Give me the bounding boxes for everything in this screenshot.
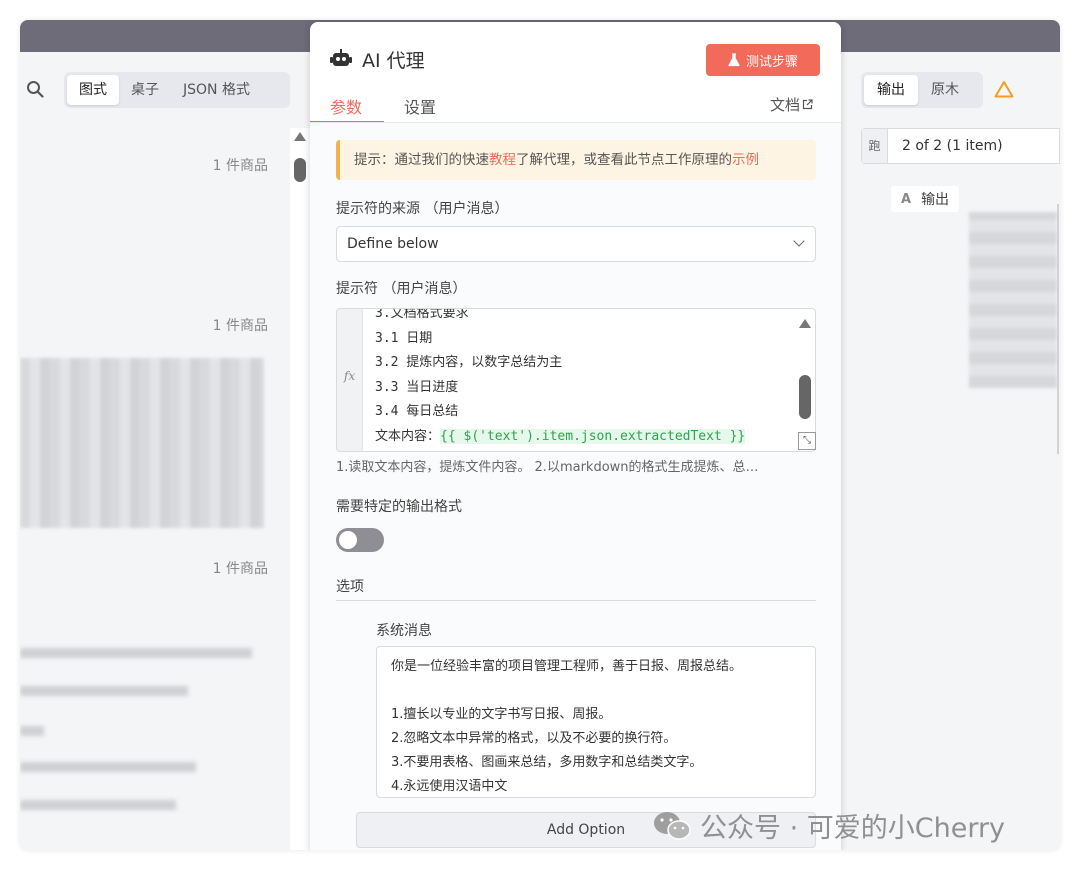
tab-output[interactable]: 输出 bbox=[864, 75, 918, 105]
scroll-thumb[interactable] bbox=[294, 158, 306, 182]
app-window: 图式 桌子 JSON 格式 1 件商品 1 件商品 1 件商品 输出 原木 跑 … bbox=[20, 20, 1060, 850]
run-value: 2 of 2 (1 item) bbox=[902, 138, 1003, 154]
hint-text: 了解代理，或查看此节点工作原理的 bbox=[516, 152, 732, 168]
test-step-button[interactable]: 测试步骤 bbox=[706, 44, 820, 76]
prompt-preview: 1.读取文本内容，提炼文件内容。 2.以markdown的格式生成提炼、总… bbox=[336, 460, 759, 475]
scroll-thumb[interactable] bbox=[799, 375, 811, 419]
divider bbox=[1057, 204, 1059, 454]
expression-fx-icon: fx bbox=[337, 309, 363, 451]
tab-logs[interactable]: 原木 bbox=[918, 75, 972, 105]
blurred-content bbox=[20, 358, 264, 528]
item-count: 1 件商品 bbox=[212, 561, 268, 577]
options-heading: 选项 bbox=[336, 579, 364, 595]
tab-settings[interactable]: 设置 bbox=[404, 94, 436, 118]
system-message-textarea[interactable]: 你是一位经验丰富的项目管理工程师，善于日报、周报总结。 1.擅长以专业的文字书写… bbox=[376, 646, 816, 798]
text-type-icon: A bbox=[901, 191, 912, 207]
expand-icon[interactable]: ⤡ bbox=[798, 432, 816, 450]
code-line: 3.1 日期 bbox=[375, 330, 433, 346]
code-text: 文本内容： bbox=[375, 428, 441, 444]
output-panel: 输出 原木 跑 2 of 2 (1 item) A 输出 bbox=[841, 52, 1060, 850]
scroll-up-icon[interactable] bbox=[799, 319, 811, 328]
dialog-header: AI 代理 测试步骤 参数 设置 文档 bbox=[310, 22, 841, 123]
output-format-toggle[interactable] bbox=[336, 528, 384, 552]
code-line: 文本内容：{{ $('text').item.json.extractedTex… bbox=[375, 425, 746, 450]
search-icon[interactable] bbox=[26, 80, 44, 98]
docs-link-label: 文档 bbox=[770, 96, 801, 114]
run-selector[interactable]: 跑 2 of 2 (1 item) bbox=[861, 128, 1060, 164]
code-line: 3.3 当日进度 bbox=[375, 379, 459, 395]
test-step-label: 测试步骤 bbox=[745, 54, 798, 70]
output-field-label: 输出 bbox=[921, 192, 950, 208]
dialog-title: AI 代理 bbox=[362, 50, 425, 72]
tab-table[interactable]: 桌子 bbox=[119, 75, 171, 105]
wechat-icon bbox=[654, 811, 691, 840]
hint-text: 提示：通过我们的快速 bbox=[354, 152, 489, 168]
robot-icon bbox=[330, 49, 352, 66]
watermark: 公众号 · 可爱的小Cherry bbox=[652, 806, 1005, 845]
view-mode-tabs: 图式 桌子 JSON 格式 bbox=[64, 72, 290, 108]
run-label: 跑 bbox=[862, 129, 888, 163]
watermark-text: 公众号 · 可爱的小Cherry bbox=[700, 813, 1006, 844]
prompt-label: 提示符 （用户消息） bbox=[336, 281, 467, 297]
flask-icon bbox=[728, 53, 740, 67]
example-link[interactable]: 示例 bbox=[732, 152, 759, 168]
blurred-content bbox=[969, 212, 1057, 388]
hint-banner: 提示：通过我们的快速教程了解代理，或查看此节点工作原理的示例 bbox=[336, 140, 816, 180]
chevron-down-icon bbox=[793, 235, 805, 247]
code-line: 3.2 提炼内容，以数字总结为主 bbox=[375, 355, 563, 370]
prompt-source-value: Define below bbox=[347, 236, 439, 252]
output-field-chip[interactable]: A 输出 bbox=[891, 186, 960, 212]
prompt-editor[interactable]: fx 3.文档格式要求 3.1 日期 3.2 提炼内容，以数字总结为主 3.3 当日进… bbox=[336, 308, 816, 452]
warning-icon[interactable] bbox=[994, 80, 1014, 98]
blurred-content bbox=[20, 726, 44, 736]
expression-token: {{ $('text').item.json.extractedText }} bbox=[440, 428, 746, 444]
divider bbox=[336, 600, 816, 601]
docs-link[interactable]: 文档 bbox=[770, 94, 813, 115]
blurred-content bbox=[20, 762, 196, 772]
blurred-content bbox=[20, 800, 176, 810]
input-scrollbar[interactable] bbox=[290, 128, 310, 850]
tab-schema[interactable]: 图式 bbox=[67, 75, 119, 105]
scroll-up-icon[interactable] bbox=[294, 132, 306, 141]
item-count: 1 件商品 bbox=[212, 158, 268, 174]
input-panel: 图式 桌子 JSON 格式 1 件商品 1 件商品 1 件商品 bbox=[20, 52, 290, 850]
prompt-source-select[interactable]: Define below bbox=[336, 226, 816, 262]
output-view-tabs: 输出 原木 bbox=[861, 72, 983, 108]
tab-json[interactable]: JSON 格式 bbox=[171, 75, 262, 105]
divider bbox=[310, 122, 841, 123]
blurred-content bbox=[20, 648, 252, 658]
blurred-content bbox=[20, 686, 188, 696]
code-line: 3.文档格式要求 bbox=[375, 308, 469, 321]
prompt-source-label: 提示符的来源 （用户消息） bbox=[336, 201, 509, 217]
toggle-knob bbox=[339, 531, 357, 549]
tab-parameters[interactable]: 参数 bbox=[330, 94, 362, 118]
system-message-label: 系统消息 bbox=[376, 623, 432, 639]
item-count: 1 件商品 bbox=[212, 318, 268, 334]
code-line: 3.4 每日总结 bbox=[375, 404, 459, 419]
external-link-icon bbox=[802, 99, 813, 110]
editor-scrollbar[interactable] bbox=[795, 309, 815, 451]
tutorial-link[interactable]: 教程 bbox=[489, 152, 516, 168]
prompt-code[interactable]: 3.文档格式要求 3.1 日期 3.2 提炼内容，以数字总结为主 3.3 当日进度 3.… bbox=[375, 308, 746, 450]
node-settings-dialog: AI 代理 测试步骤 参数 设置 文档 提示：通过我们的快速教程了解代理，或查看… bbox=[310, 22, 841, 850]
output-format-label: 需要特定的输出格式 bbox=[336, 499, 462, 515]
